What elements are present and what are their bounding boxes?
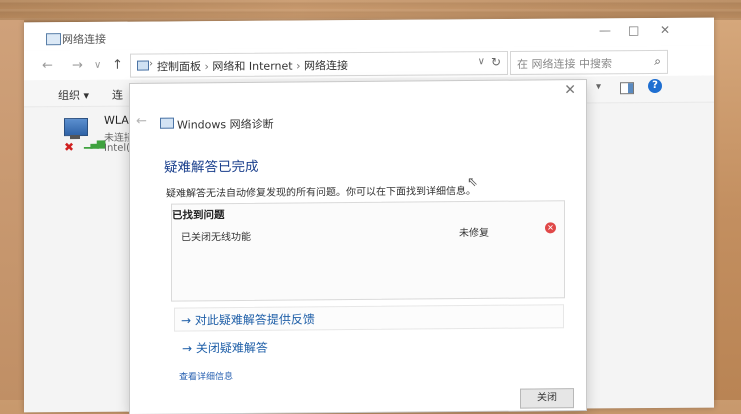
refresh-icon[interactable]: ↻ — [491, 55, 501, 69]
desk-edge-left — [0, 20, 24, 400]
close-window-button[interactable]: ✕ — [660, 23, 670, 37]
help-icon[interactable]: ? — [648, 78, 662, 94]
view-options-dropdown-icon[interactable]: ▾ — [596, 81, 601, 92]
search-icon: ⌕ — [654, 53, 661, 69]
dialog-close-icon[interactable]: ✕ — [564, 82, 576, 98]
feedback-link-row[interactable]: → 对此疑难解答提供反馈 — [174, 304, 564, 332]
troubleshooter-dialog: ✕ ← Windows 网络诊断 疑难解答已完成 疑难解答无法自动修复发现的所有… — [130, 80, 586, 414]
organize-menu[interactable]: 组织 ▾ — [58, 87, 89, 103]
breadcrumb-control-panel[interactable]: 控制面板 — [157, 60, 201, 73]
disabled-x-icon: ✖ — [64, 140, 75, 155]
back-arrow-icon[interactable]: ← — [136, 114, 147, 129]
maximize-button[interactable]: □ — [628, 23, 639, 37]
search-box[interactable]: 在 网络连接 中搜索 ⌕ — [510, 49, 668, 76]
view-details-link[interactable]: 查看详细信息 — [179, 369, 233, 382]
breadcrumb-chevron-icon: › — [149, 58, 153, 70]
back-arrow-icon[interactable]: ← — [42, 58, 53, 73]
problems-panel: 已找到问题 已关闭无线功能 未修复 ✕ — [171, 200, 565, 302]
close-button[interactable]: 关闭 — [520, 388, 574, 409]
breadcrumb: 控制面板 › 网络和 Internet › 网络连接 — [157, 59, 348, 74]
error-x-icon: ✕ — [545, 222, 556, 234]
minimize-button[interactable]: — — [599, 23, 611, 37]
network-folder-icon — [46, 33, 61, 46]
dialog-heading: 疑难解答已完成 — [164, 158, 259, 176]
control-panel-icon — [137, 60, 149, 71]
dialog-app-title: Windows 网络诊断 — [177, 117, 274, 132]
adapter-device: Intel( — [104, 142, 131, 154]
network-diagnostics-icon — [160, 117, 174, 129]
problems-title: 已找到问题 — [172, 209, 225, 222]
breadcrumb-network-internet[interactable]: 网络和 Internet — [212, 60, 292, 74]
address-bar[interactable]: › 控制面板 › 网络和 Internet › 网络连接 ∨ ↻ — [130, 51, 508, 78]
desk-edge-right — [712, 20, 741, 400]
computer-stand-icon — [70, 135, 80, 140]
issue-status: 未修复 — [459, 227, 489, 240]
recent-dropdown-icon[interactable]: ∨ — [94, 60, 101, 71]
computer-icon — [64, 117, 88, 137]
close-troubleshooter-link[interactable]: → 关闭疑难解答 — [182, 339, 268, 357]
connect-to-button[interactable]: 连 — [112, 87, 123, 103]
breadcrumb-network-connections[interactable]: 网络连接 — [304, 59, 348, 72]
window-title: 网络连接 — [62, 32, 106, 47]
signal-bars-icon: ▁▃▅ — [84, 135, 104, 149]
mouse-cursor-icon: ⇖ — [467, 174, 478, 191]
forward-arrow-icon[interactable]: → — [72, 58, 83, 73]
dialog-description: 疑难解答无法自动修复发现的所有问题。你可以在下面找到详细信息。 — [166, 185, 476, 200]
up-arrow-icon[interactable]: ↑ — [112, 58, 123, 73]
navigation-bar: ← → ∨ ↑ › 控制面板 › 网络和 Internet › 网络连接 ∨ ↻… — [24, 45, 714, 81]
address-dropdown-icon[interactable]: ∨ — [478, 56, 485, 67]
issue-text[interactable]: 已关闭无线功能 — [181, 228, 251, 244]
search-placeholder: 在 网络连接 中搜索 — [517, 57, 612, 71]
preview-pane-icon[interactable] — [620, 82, 634, 95]
feedback-link[interactable]: → 对此疑难解答提供反馈 — [181, 310, 315, 328]
